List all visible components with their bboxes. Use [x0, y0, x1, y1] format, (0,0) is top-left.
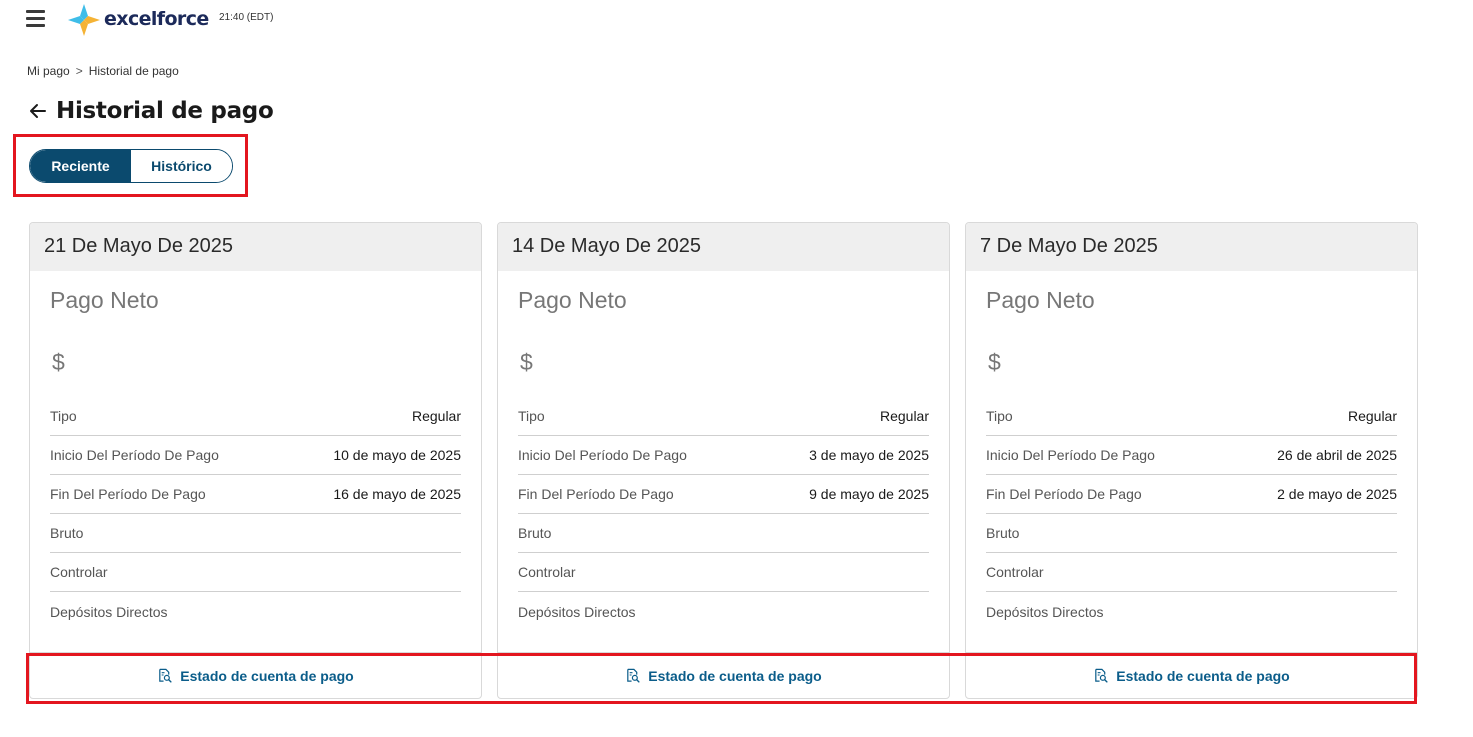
row-label: Inicio Del Período De Pago	[986, 447, 1155, 463]
row-label: Fin Del Período De Pago	[518, 486, 674, 502]
pay-card: 7 De Mayo De 2025 Pago Neto $ Tipo Regul…	[965, 222, 1418, 699]
row-value: Regular	[1347, 408, 1397, 424]
pay-details: Tipo Regular Inicio Del Período De Pago …	[50, 397, 461, 631]
row-label: Depósitos Directos	[986, 603, 1104, 620]
row-direct-deposits: Depósitos Directos	[518, 592, 929, 631]
row-label: Tipo	[518, 408, 545, 424]
row-period-start: Inicio Del Período De Pago 3 de mayo de …	[518, 436, 929, 475]
pay-card: 14 De Mayo De 2025 Pago Neto $ Tipo Regu…	[497, 222, 950, 699]
logo[interactable]: excelforce	[66, 2, 209, 38]
net-pay-label: Pago Neto	[518, 287, 627, 313]
breadcrumb-item-pay-history: Historial de pago	[88, 64, 179, 78]
row-label: Bruto	[986, 525, 1020, 541]
row-type: Tipo Regular	[986, 397, 1397, 436]
logo-text: excelforce	[104, 7, 209, 30]
row-type: Tipo Regular	[50, 397, 461, 436]
breadcrumb-item-my-pay[interactable]: Mi pago	[27, 64, 70, 78]
page-title-row: Historial de pago	[28, 98, 274, 124]
clock: 21:40 (EDT)	[219, 12, 274, 23]
pay-card-date: 14 De Mayo De 2025	[498, 223, 949, 271]
row-period-end: Fin Del Período De Pago 2 de mayo de 202…	[986, 475, 1397, 514]
row-value: 16 de mayo de 2025	[333, 486, 461, 502]
row-label: Bruto	[518, 525, 552, 541]
row-period-end: Fin Del Período De Pago 9 de mayo de 202…	[518, 475, 929, 514]
row-label: Depósitos Directos	[518, 603, 636, 620]
row-label: Depósitos Directos	[50, 603, 168, 620]
row-label: Fin Del Período De Pago	[50, 486, 206, 502]
hamburger-menu-icon[interactable]	[26, 9, 46, 27]
net-pay-amount: $	[988, 349, 1001, 375]
row-type: Tipo Regular	[518, 397, 929, 436]
net-pay-label: Pago Neto	[986, 287, 1095, 313]
row-gross: Bruto	[518, 514, 929, 553]
row-period-end: Fin Del Período De Pago 16 de mayo de 20…	[50, 475, 461, 514]
row-label: Fin Del Período De Pago	[986, 486, 1142, 502]
row-gross: Bruto	[986, 514, 1397, 553]
pay-card-date: 7 De Mayo De 2025	[966, 223, 1417, 271]
row-label: Inicio Del Período De Pago	[50, 447, 219, 463]
net-pay-amount: $	[520, 349, 533, 375]
row-check: Controlar	[986, 553, 1397, 592]
pay-card: 21 De Mayo De 2025 Pago Neto $ Tipo Regu…	[29, 222, 482, 699]
breadcrumb: Mi pago > Historial de pago	[27, 64, 179, 78]
pay-details: Tipo Regular Inicio Del Período De Pago …	[986, 397, 1397, 631]
row-value: 9 de mayo de 2025	[809, 486, 929, 502]
row-label: Tipo	[50, 408, 77, 424]
net-pay-amount: $	[52, 349, 65, 375]
row-check: Controlar	[518, 553, 929, 592]
statement-links-highlight-box	[26, 653, 1417, 704]
breadcrumb-separator: >	[75, 64, 83, 78]
row-label: Controlar	[50, 564, 108, 580]
row-period-start: Inicio Del Período De Pago 10 de mayo de…	[50, 436, 461, 475]
net-pay-label: Pago Neto	[50, 287, 159, 313]
row-label: Inicio Del Período De Pago	[518, 447, 687, 463]
row-value: 2 de mayo de 2025	[1277, 486, 1397, 502]
page-title: Historial de pago	[56, 98, 274, 124]
tab-historic[interactable]: Histórico	[131, 150, 232, 182]
row-gross: Bruto	[50, 514, 461, 553]
row-period-start: Inicio Del Período De Pago 26 de abril d…	[986, 436, 1397, 475]
row-value: Regular	[411, 408, 461, 424]
pay-details: Tipo Regular Inicio Del Período De Pago …	[518, 397, 929, 631]
row-label: Bruto	[50, 525, 84, 541]
row-label: Controlar	[986, 564, 1044, 580]
tab-recent[interactable]: Reciente	[30, 150, 131, 182]
excelforce-logo-icon	[68, 4, 100, 36]
recent-historic-toggle: Reciente Histórico	[29, 149, 233, 183]
row-check: Controlar	[50, 553, 461, 592]
row-value: 10 de mayo de 2025	[333, 447, 461, 463]
row-direct-deposits: Depósitos Directos	[986, 592, 1397, 631]
row-label: Controlar	[518, 564, 576, 580]
row-value: 26 de abril de 2025	[1277, 447, 1397, 463]
row-value: Regular	[879, 408, 929, 424]
row-label: Tipo	[986, 408, 1013, 424]
pay-card-date: 21 De Mayo De 2025	[30, 223, 481, 271]
back-arrow-icon[interactable]	[28, 101, 48, 121]
row-value: 3 de mayo de 2025	[809, 447, 929, 463]
row-direct-deposits: Depósitos Directos	[50, 592, 461, 631]
